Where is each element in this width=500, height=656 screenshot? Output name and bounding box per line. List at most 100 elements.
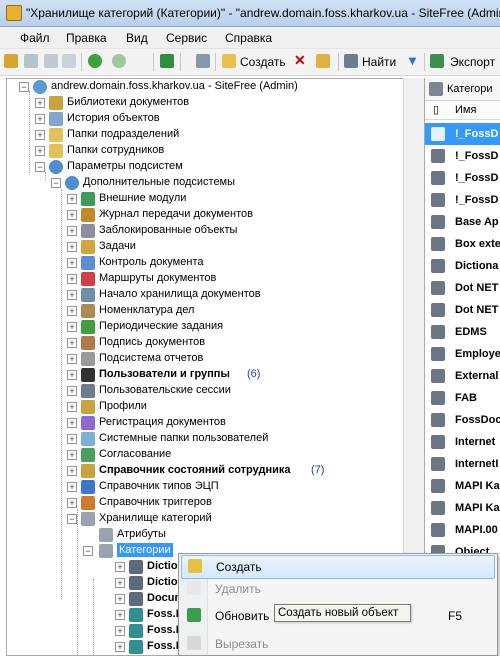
expand-icon[interactable]: + — [67, 450, 77, 460]
list-item[interactable]: FossDoc — [425, 409, 500, 431]
list-item[interactable]: FAB — [425, 387, 500, 409]
list-item[interactable]: Dot NET — [425, 299, 500, 321]
tree-item-tasks[interactable]: + Задачи — [11, 239, 401, 255]
expand-icon[interactable]: + — [115, 562, 125, 572]
expand-icon[interactable]: + — [115, 578, 125, 588]
find-button[interactable]: Найти — [362, 55, 396, 69]
expand-icon[interactable]: + — [67, 466, 77, 476]
expand-icon[interactable]: + — [67, 386, 77, 396]
expand-icon[interactable]: + — [67, 482, 77, 492]
tree-item-storage-start[interactable]: + Начало хранилища документов — [11, 287, 401, 303]
save-icon[interactable] — [196, 54, 210, 68]
expand-icon[interactable]: + — [67, 258, 77, 268]
expand-icon[interactable]: + — [67, 354, 77, 364]
tree-item-triggers[interactable]: + Справочник триггеров — [11, 495, 401, 511]
tree-item-user-sessions[interactable]: + Пользовательские сессии — [11, 383, 401, 399]
tree-item-profiles[interactable]: + Профили — [11, 399, 401, 415]
tree-item-document-registration[interactable]: + Регистрация документов — [11, 415, 401, 431]
expand-icon[interactable]: + — [67, 306, 77, 316]
export-button[interactable]: Экспорт — [450, 55, 495, 69]
expand-icon[interactable]: + — [67, 498, 77, 508]
tree-item-additional-subsystems[interactable]: − Дополнительные подсистемы — [11, 175, 401, 191]
list-item[interactable]: Base Ap — [425, 211, 500, 233]
tree-item-subsystem-parameters[interactable]: − Параметры подсистем — [11, 159, 401, 175]
tree-item-object-history[interactable]: + История объектов — [11, 111, 401, 127]
list-item[interactable]: MAPI.00 — [425, 519, 500, 541]
expand-icon[interactable]: + — [115, 642, 125, 652]
open-folder-icon[interactable] — [316, 54, 330, 68]
expand-icon[interactable]: + — [67, 402, 77, 412]
gear-icon[interactable] — [62, 54, 76, 68]
list-item[interactable]: !_FossD — [425, 145, 500, 167]
list-item[interactable]: Internet — [425, 431, 500, 453]
create-button[interactable]: Создать — [240, 55, 286, 69]
tree-item-employee-folders[interactable]: + Папки сотрудников — [11, 143, 401, 159]
tree-item-approval[interactable]: + Согласование — [11, 447, 401, 463]
back-arrow-icon[interactable] — [88, 54, 102, 68]
expand-icon[interactable]: + — [115, 594, 125, 604]
tree-item-case-nomenclature[interactable]: + Номенклатура дел — [11, 303, 401, 319]
tree-item-users-groups[interactable]: + Пользователи и группы (6) — [11, 367, 401, 383]
tree-item-system-user-folders[interactable]: + Системные папки пользователей — [11, 431, 401, 447]
list-item[interactable]: !_FossD — [425, 189, 500, 211]
list-item[interactable]: !_FossD — [425, 123, 500, 145]
expand-icon[interactable]: + — [67, 434, 77, 444]
tree-item-document-libraries[interactable]: + Библиотеки документов — [11, 95, 401, 111]
column-header-name[interactable]: ▯ Имя — [425, 101, 500, 120]
list-item[interactable]: Box exte — [425, 233, 500, 255]
collapse-icon[interactable]: − — [19, 82, 29, 92]
tree-item-transfer-journal[interactable]: + Журнал передачи документов — [11, 207, 401, 223]
filter-icon[interactable]: ▼ — [406, 53, 419, 68]
tree-item-locked-objects[interactable]: + Заблокированные объекты — [11, 223, 401, 239]
folders-icon[interactable] — [4, 54, 18, 68]
expand-icon[interactable]: + — [67, 226, 77, 236]
tree-root[interactable]: − andrew.domain.foss.kharkov.ua - SiteFr… — [11, 79, 401, 95]
expand-icon[interactable]: + — [67, 322, 77, 332]
menu-edit[interactable]: Правка — [66, 31, 107, 45]
tree-item-employee-states[interactable]: + Справочник состояний сотрудника (7) — [11, 463, 401, 479]
menu-help[interactable]: Справка — [225, 31, 272, 45]
ctx-cut[interactable]: Вырезать — [181, 633, 493, 655]
tree-item-external-modules[interactable]: + Внешние модули — [11, 191, 401, 207]
expand-icon[interactable]: + — [67, 418, 77, 428]
ctx-create[interactable]: Создать — [181, 555, 495, 579]
tree-item-reports-subsystem[interactable]: + Подсистема отчетов — [11, 351, 401, 367]
binoculars-icon[interactable] — [344, 54, 358, 68]
expand-icon[interactable]: + — [67, 370, 77, 380]
delete-icon[interactable]: ✕ — [294, 52, 306, 69]
tree-item-category-storage[interactable]: − Хранилище категорий — [11, 511, 401, 527]
expand-icon[interactable]: + — [115, 610, 125, 620]
list-item[interactable]: InternetI — [425, 453, 500, 475]
list-item[interactable]: Employe — [425, 343, 500, 365]
tree-item-eds-types[interactable]: + Справочник типов ЭЦП — [11, 479, 401, 495]
expand-icon[interactable]: + — [67, 290, 77, 300]
list-item[interactable]: MAPI Ka — [425, 497, 500, 519]
forward-arrow-icon[interactable] — [112, 54, 126, 68]
refresh-icon[interactable] — [160, 54, 174, 68]
expand-icon[interactable]: + — [67, 274, 77, 284]
expand-icon[interactable]: + — [67, 338, 77, 348]
menu-service[interactable]: Сервис — [166, 31, 207, 45]
tree-item-document-routes[interactable]: + Маршруты документов — [11, 271, 401, 287]
menu-view[interactable]: Вид — [126, 31, 148, 45]
properties-icon[interactable] — [24, 54, 38, 68]
expand-icon[interactable]: + — [67, 194, 77, 204]
collapse-icon[interactable]: − — [67, 514, 77, 524]
tree-item-attributes[interactable]: Атрибуты — [11, 527, 401, 543]
list-item[interactable]: External — [425, 365, 500, 387]
list-item[interactable]: EDMS — [425, 321, 500, 343]
expand-icon[interactable]: + — [67, 242, 77, 252]
expand-icon[interactable]: + — [115, 626, 125, 636]
ctx-delete[interactable]: Удалить — [181, 578, 493, 600]
export-icon[interactable] — [430, 54, 444, 68]
tree-item-document-control[interactable]: + Контроль документа — [11, 255, 401, 271]
expand-icon[interactable]: + — [67, 210, 77, 220]
menu-file[interactable]: Файл — [20, 31, 50, 45]
list-item[interactable]: Dictiona — [425, 255, 500, 277]
list-item[interactable]: MAPI Ka — [425, 475, 500, 497]
tree-item-department-folders[interactable]: + Папки подразделений — [11, 127, 401, 143]
list-item[interactable]: Dot NET — [425, 277, 500, 299]
list-item[interactable]: !_FossD — [425, 167, 500, 189]
tree-item-periodic-tasks[interactable]: + Периодические задания — [11, 319, 401, 335]
recycle-icon[interactable] — [44, 54, 58, 68]
